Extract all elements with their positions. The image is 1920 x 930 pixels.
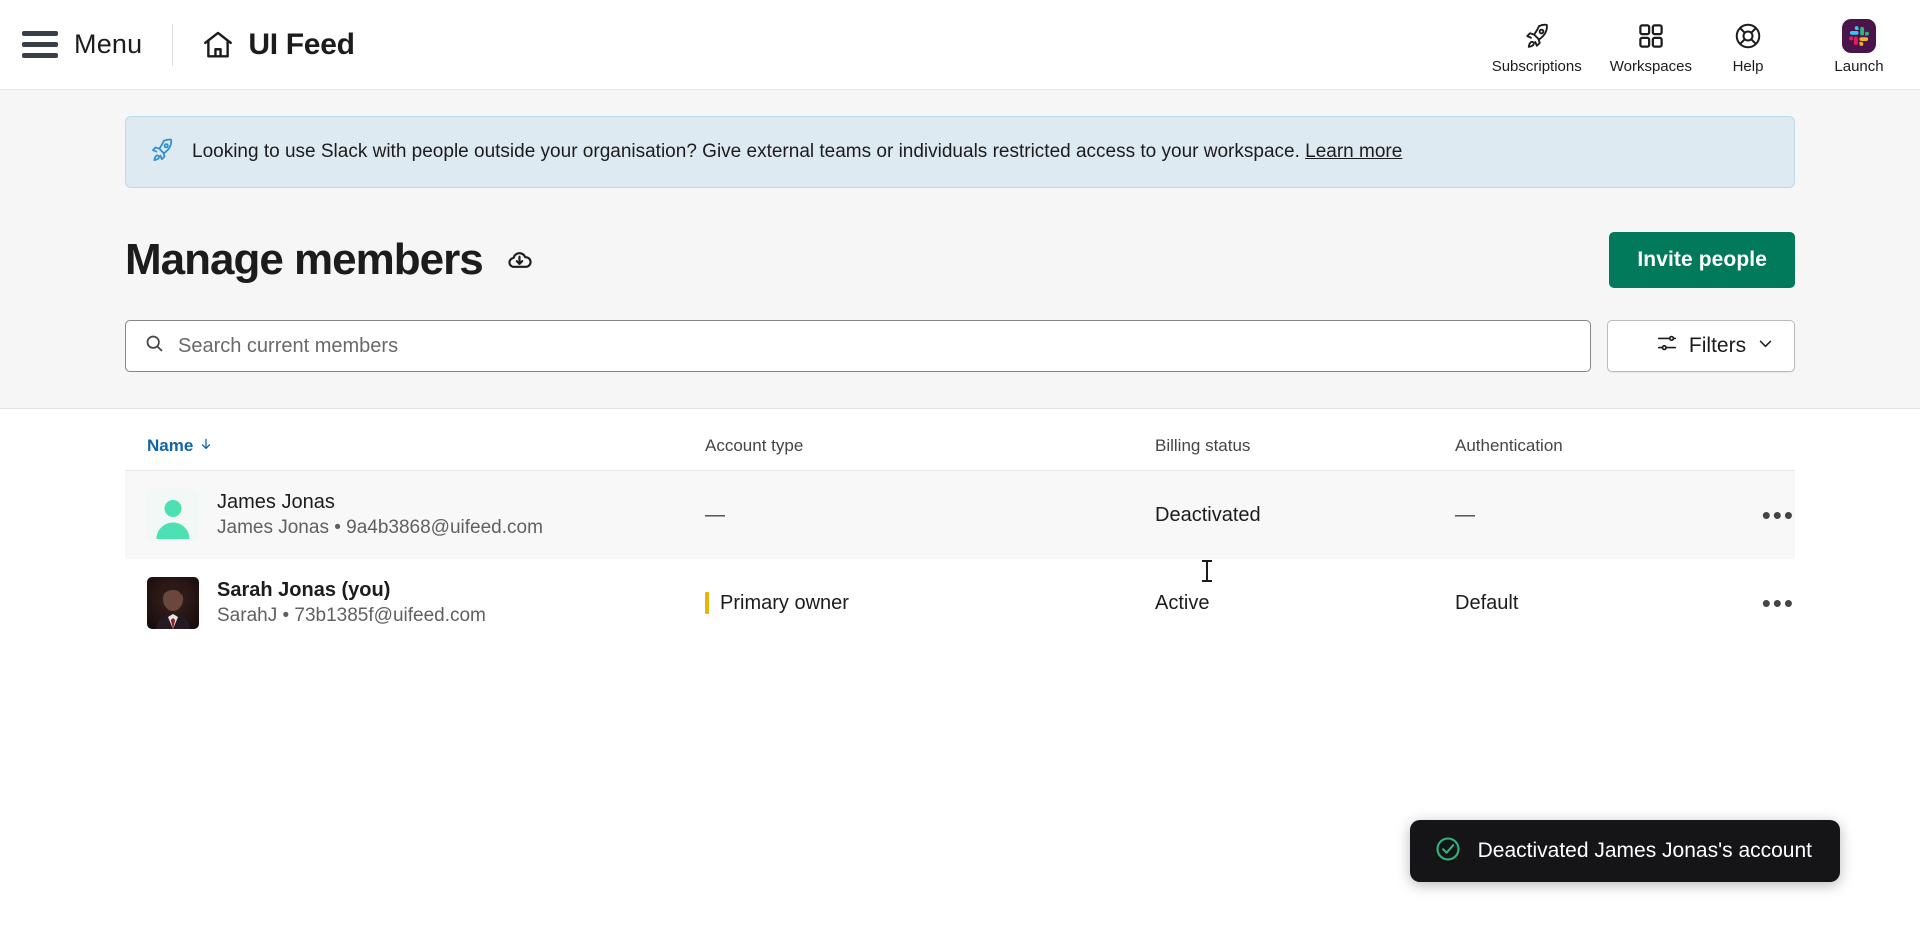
overflow-menu-icon[interactable]: ••• <box>1762 500 1795 530</box>
member-cell: Sarah Jonas (you) SarahJ • 73b1385f@uife… <box>125 577 705 629</box>
member-name: James Jonas <box>217 491 335 513</box>
table-row[interactable]: James Jonas James Jonas • 9a4b3868@uifee… <box>125 471 1795 559</box>
column-header-authentication: Authentication <box>1455 435 1563 455</box>
banner-message: Looking to use Slack with people outside… <box>192 140 1300 162</box>
nav-launch[interactable]: Launch <box>1812 15 1896 75</box>
member-name: Sarah Jonas (you) <box>217 579 391 601</box>
slack-logo-icon <box>1842 18 1876 53</box>
home-icon <box>201 28 235 62</box>
column-header-name-label: Name <box>147 435 194 455</box>
sliders-icon <box>1656 332 1678 360</box>
search-row: Filters <box>0 288 1920 408</box>
toast-notification: Deactivated James Jonas's account <box>1409 820 1840 882</box>
rocket-icon <box>148 136 176 169</box>
page-header-section: Looking to use Slack with people outside… <box>0 90 1920 409</box>
app-root: Menu UI Feed Subscriptions Workspaces He… <box>0 0 1920 930</box>
column-header-account-type: Account type <box>705 435 804 455</box>
default-person-avatar <box>147 489 199 541</box>
table-header-row: Name Account type Billing status Authent… <box>125 409 1795 471</box>
column-header-name[interactable]: Name <box>125 436 705 456</box>
banner-wrapper: Looking to use Slack with people outside… <box>0 90 1920 188</box>
authentication-cell: Default <box>1455 591 1519 614</box>
menu-button[interactable]: Menu <box>74 29 142 60</box>
top-navigation-bar: Menu UI Feed Subscriptions Workspaces He… <box>0 0 1920 90</box>
topbar-divider <box>172 23 174 66</box>
column-header-billing-status: Billing status <box>1155 435 1251 455</box>
title-row: Manage members Invite people <box>0 188 1920 288</box>
banner-text-container: Looking to use Slack with people outside… <box>192 140 1402 165</box>
nav-subscriptions-label: Subscriptions <box>1491 57 1582 75</box>
billing-status-cell: Deactivated <box>1155 503 1261 526</box>
row-actions-cell: ••• <box>1725 590 1795 617</box>
nav-subscriptions[interactable]: Subscriptions <box>1478 15 1596 75</box>
arrow-down-icon <box>199 436 213 456</box>
nav-help[interactable]: Help <box>1706 15 1790 75</box>
member-handle-email: SarahJ • 73b1385f@uifeed.com <box>217 605 486 626</box>
members-table: Name Account type Billing status Authent… <box>0 409 1920 647</box>
account-type-value: — <box>705 503 725 526</box>
billing-status-cell: Active <box>1155 591 1210 614</box>
account-type-value: Primary owner <box>720 591 849 614</box>
cloud-download-icon[interactable] <box>505 245 535 275</box>
learn-more-link[interactable]: Learn more <box>1305 141 1402 162</box>
check-circle-icon <box>1434 835 1462 868</box>
nav-help-label: Help <box>1732 57 1764 75</box>
page-title: Manage members <box>125 235 484 284</box>
lifebuoy-icon <box>1733 19 1763 53</box>
toast-message: Deactivated James Jonas's account <box>1477 839 1812 862</box>
search-box[interactable] <box>125 320 1591 372</box>
member-cell: James Jonas James Jonas • 9a4b3868@uifee… <box>125 489 705 541</box>
filters-button[interactable]: Filters <box>1607 320 1795 372</box>
primary-owner-marker-icon <box>705 592 709 614</box>
nav-workspaces-label: Workspaces <box>1609 57 1692 75</box>
home-link[interactable]: UI Feed <box>201 27 355 62</box>
nav-workspaces[interactable]: Workspaces <box>1596 15 1706 75</box>
authentication-cell: — <box>1455 503 1475 526</box>
text-cursor <box>1202 560 1212 582</box>
member-handle-email: James Jonas • 9a4b3868@uifeed.com <box>217 517 543 538</box>
hamburger-menu-icon[interactable] <box>22 30 58 60</box>
app-title: UI Feed <box>248 27 355 61</box>
rocket-icon <box>1522 19 1552 53</box>
photo-avatar <box>147 577 199 629</box>
external-collaboration-banner: Looking to use Slack with people outside… <box>125 116 1795 188</box>
overflow-menu-icon[interactable]: ••• <box>1762 588 1795 618</box>
account-type-cell: Primary owner <box>705 592 1155 615</box>
nav-launch-label: Launch <box>1834 57 1884 75</box>
row-actions-cell: ••• <box>1725 502 1795 529</box>
table-row[interactable]: Sarah Jonas (you) SarahJ • 73b1385f@uife… <box>125 559 1795 647</box>
invite-people-button[interactable]: Invite people <box>1609 232 1795 288</box>
grid-squares-icon <box>1636 19 1666 53</box>
filters-label: Filters <box>1688 334 1747 357</box>
topbar-left-group: Menu UI Feed <box>22 23 355 66</box>
search-icon <box>144 333 165 359</box>
account-type-cell: — <box>705 504 1155 527</box>
chevron-down-icon <box>1757 334 1774 358</box>
search-input[interactable] <box>178 334 1572 358</box>
topbar-right-group: Subscriptions Workspaces Help Launch <box>1478 15 1896 75</box>
